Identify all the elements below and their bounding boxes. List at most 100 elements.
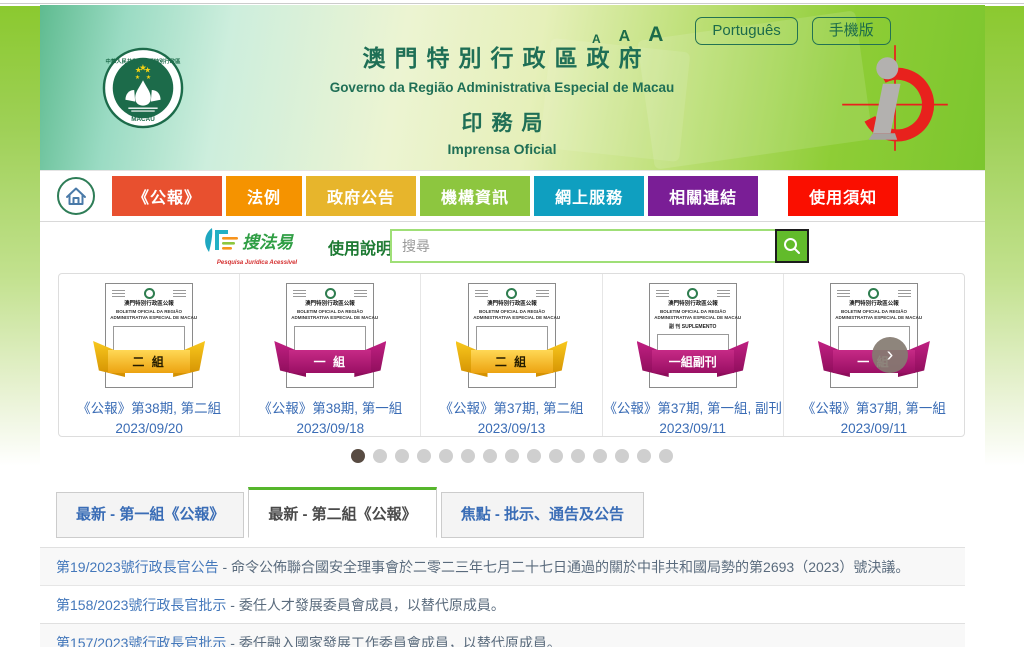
- gazette-cover[interactable]: 澳門特別行政區公報 BOLETIM OFICIAL DA REGIÃO ADMI…: [649, 283, 737, 388]
- search-input[interactable]: [390, 229, 775, 263]
- cover-supplement-label: 副 刊 SUPLEMENTO: [650, 324, 736, 331]
- search-icon: [782, 236, 802, 256]
- cover-emblem-icon: [506, 288, 517, 299]
- pagination-dot[interactable]: [395, 449, 409, 463]
- soufayi-logo-subtitle: Pesquisa Jurídica Acessível: [198, 260, 316, 266]
- gazette-title-link[interactable]: 《公報》第37期, 第一組: [802, 397, 946, 417]
- news-row[interactable]: 第158/2023號行政長官批示 - 委任人才發展委員會成員，以替代原成員。: [40, 585, 965, 623]
- nav-button[interactable]: 使用須知: [788, 176, 898, 216]
- font-size-large-button[interactable]: A: [648, 24, 663, 45]
- cover-title-zh: 澳門特別行政區公報: [653, 301, 732, 308]
- gazette-title-link[interactable]: 《公報》第38期, 第二組: [77, 397, 221, 417]
- carousel-next-button[interactable]: ›: [872, 337, 908, 373]
- gazette-date: 2023/09/13: [478, 421, 546, 436]
- emblem-macau-text: MACAU: [131, 116, 155, 123]
- news-row-text: - 委任人才發展委員會成員，以替代原成員。: [226, 597, 504, 613]
- gazette-cover[interactable]: 澳門特別行政區公報 BOLETIM OFICIAL DA REGIÃO ADMI…: [830, 283, 918, 388]
- cover-micro-text: [475, 288, 488, 299]
- cover-micro-text: [898, 288, 911, 299]
- ribbon-label: 一 組: [289, 350, 371, 373]
- page: 中華人民共和國澳門特別行政區 ★ ★ ★ ★ ★ MACAU 澳門特別行政區政府…: [0, 0, 1024, 647]
- nav-button[interactable]: 網上服務: [534, 176, 644, 216]
- cover-title-pt2: ADMINISTRATIVA ESPECIAL DE MACAU: [292, 315, 369, 321]
- soufayi-logo-icon: 搜法易: [198, 226, 316, 256]
- news-row-text: - 命令公佈聯合國安全理事會於二零二三年七月二十七日通過的關於中非共和國局勢的第…: [219, 559, 910, 575]
- cover-header: [831, 284, 917, 300]
- cover-micro-text: [536, 288, 549, 299]
- carousel-item: 澳門特別行政區公報 BOLETIM OFICIAL DA REGIÃO ADMI…: [59, 274, 240, 436]
- news-row-link[interactable]: 第19/2023號行政長官公告: [56, 559, 219, 575]
- pagination-dot[interactable]: [593, 449, 607, 463]
- news-tab[interactable]: 最新 - 第二組《公報》: [248, 487, 436, 538]
- cover-emblem-icon: [687, 288, 698, 299]
- gazette-cover[interactable]: 澳門特別行政區公報 BOLETIM OFICIAL DA REGIÃO ADMI…: [468, 283, 556, 388]
- news-tab[interactable]: 焦點 - 批示、通告及公告: [441, 492, 644, 538]
- nav-button[interactable]: 法例: [226, 176, 302, 216]
- nav-buttons: 《公報》 法例 政府公告 機構資訊 網上服務 相關連結 使用須知: [112, 176, 902, 216]
- search-button[interactable]: [775, 229, 809, 263]
- news-tab[interactable]: 最新 - 第一組《公報》: [56, 492, 244, 538]
- search-bar-row: 搜法易 Pesquisa Jurídica Acessível 使用說明: [40, 223, 985, 273]
- pagination-dot[interactable]: [549, 449, 563, 463]
- pagination-dot[interactable]: [615, 449, 629, 463]
- nav-button[interactable]: 《公報》: [112, 176, 222, 216]
- cover-micro-text: [837, 288, 850, 299]
- cover-title-zh: 澳門特別行政區公報: [291, 301, 370, 308]
- cover-title-pt2: ADMINISTRATIVA ESPECIAL DE MACAU: [835, 315, 912, 321]
- news-row[interactable]: 第157/2023號行政長官批示 - 委任融入國家發展工作委員會成員，以替代原成…: [40, 623, 965, 647]
- gazette-cover[interactable]: 澳門特別行政區公報 BOLETIM OFICIAL DA REGIÃO ADMI…: [105, 283, 193, 388]
- series-ribbon: 一 組: [274, 350, 386, 374]
- cover-header: [650, 284, 736, 300]
- pagination-dot[interactable]: [373, 449, 387, 463]
- news-row-link[interactable]: 第157/2023號行政長官批示: [56, 635, 226, 647]
- pagination-dot[interactable]: [659, 449, 673, 463]
- pagination-dot[interactable]: [505, 449, 519, 463]
- pagination-dot[interactable]: [527, 449, 541, 463]
- carousel-item: 澳門特別行政區公報 BOLETIM OFICIAL DA REGIÃO ADMI…: [421, 274, 602, 436]
- nav-button[interactable]: 相關連結: [648, 176, 758, 216]
- cover-title-pt1: BOLETIM OFICIAL DA REGIÃO: [110, 309, 187, 315]
- ribbon-label: 二 組: [471, 350, 553, 373]
- pagination-dot[interactable]: [483, 449, 497, 463]
- pagination-dot[interactable]: [461, 449, 475, 463]
- cover-emblem-icon: [325, 288, 336, 299]
- cover-header: [469, 284, 555, 300]
- home-button[interactable]: [56, 176, 96, 216]
- gazette-cover[interactable]: 澳門特別行政區公報 BOLETIM OFICIAL DA REGIÃO ADMI…: [286, 283, 374, 388]
- soufayi-logo[interactable]: 搜法易 Pesquisa Jurídica Acessível: [198, 226, 316, 266]
- nav-button[interactable]: 政府公告: [306, 176, 416, 216]
- news-list: 第19/2023號行政長官公告 - 命令公佈聯合國安全理事會於二零二三年七月二十…: [40, 547, 965, 647]
- macau-emblem-logo[interactable]: 中華人民共和國澳門特別行政區 ★ ★ ★ ★ ★ MACAU: [102, 47, 184, 129]
- gazette-date: 2023/09/18: [297, 421, 365, 436]
- soufayi-logo-text: 搜法易: [242, 233, 294, 252]
- svg-text:★: ★: [139, 62, 147, 72]
- imprensa-oficial-logo: [840, 43, 950, 153]
- cover-title-pt2: ADMINISTRATIVA ESPECIAL DE MACAU: [473, 315, 550, 321]
- series-ribbon: 一組副刊: [637, 350, 749, 374]
- gazette-title-link[interactable]: 《公報》第37期, 第二組: [439, 397, 583, 417]
- pagination-dot[interactable]: [571, 449, 585, 463]
- font-size-medium-button[interactable]: A: [619, 29, 631, 45]
- mobile-version-button[interactable]: 手機版: [812, 17, 891, 45]
- language-portugues-button[interactable]: Português: [695, 17, 797, 45]
- pagination-dot-active[interactable]: [351, 449, 365, 463]
- gazette-title-link[interactable]: 《公報》第38期, 第一組: [258, 397, 402, 417]
- cover-title-pt1: BOLETIM OFICIAL DA REGIÃO: [473, 309, 550, 315]
- series-ribbon: 二 組: [93, 350, 205, 374]
- dept-title-zh: 印務局: [302, 107, 702, 137]
- news-row-link[interactable]: 第158/2023號行政長官批示: [56, 597, 226, 613]
- nav-button[interactable]: 機構資訊: [420, 176, 530, 216]
- cover-micro-text: [293, 288, 306, 299]
- gazette-date: 2023/09/11: [841, 421, 908, 436]
- pagination-dot[interactable]: [417, 449, 431, 463]
- carousel-pagination-dots: [0, 449, 1024, 463]
- font-size-small-button[interactable]: A: [592, 33, 601, 45]
- pagination-dot[interactable]: [637, 449, 651, 463]
- gazette-title-link[interactable]: 《公報》第37期, 第一組, 副刊: [603, 397, 782, 417]
- carousel-item: 澳門特別行政區公報 BOLETIM OFICIAL DA REGIÃO ADMI…: [240, 274, 421, 436]
- usage-instructions-link[interactable]: 使用說明: [328, 235, 392, 259]
- pagination-dot[interactable]: [439, 449, 453, 463]
- top-divider: [0, 3, 1024, 4]
- news-row[interactable]: 第19/2023號行政長官公告 - 命令公佈聯合國安全理事會於二零二三年七月二十…: [40, 547, 965, 585]
- cover-title-pt1: BOLETIM OFICIAL DA REGIÃO: [292, 309, 369, 315]
